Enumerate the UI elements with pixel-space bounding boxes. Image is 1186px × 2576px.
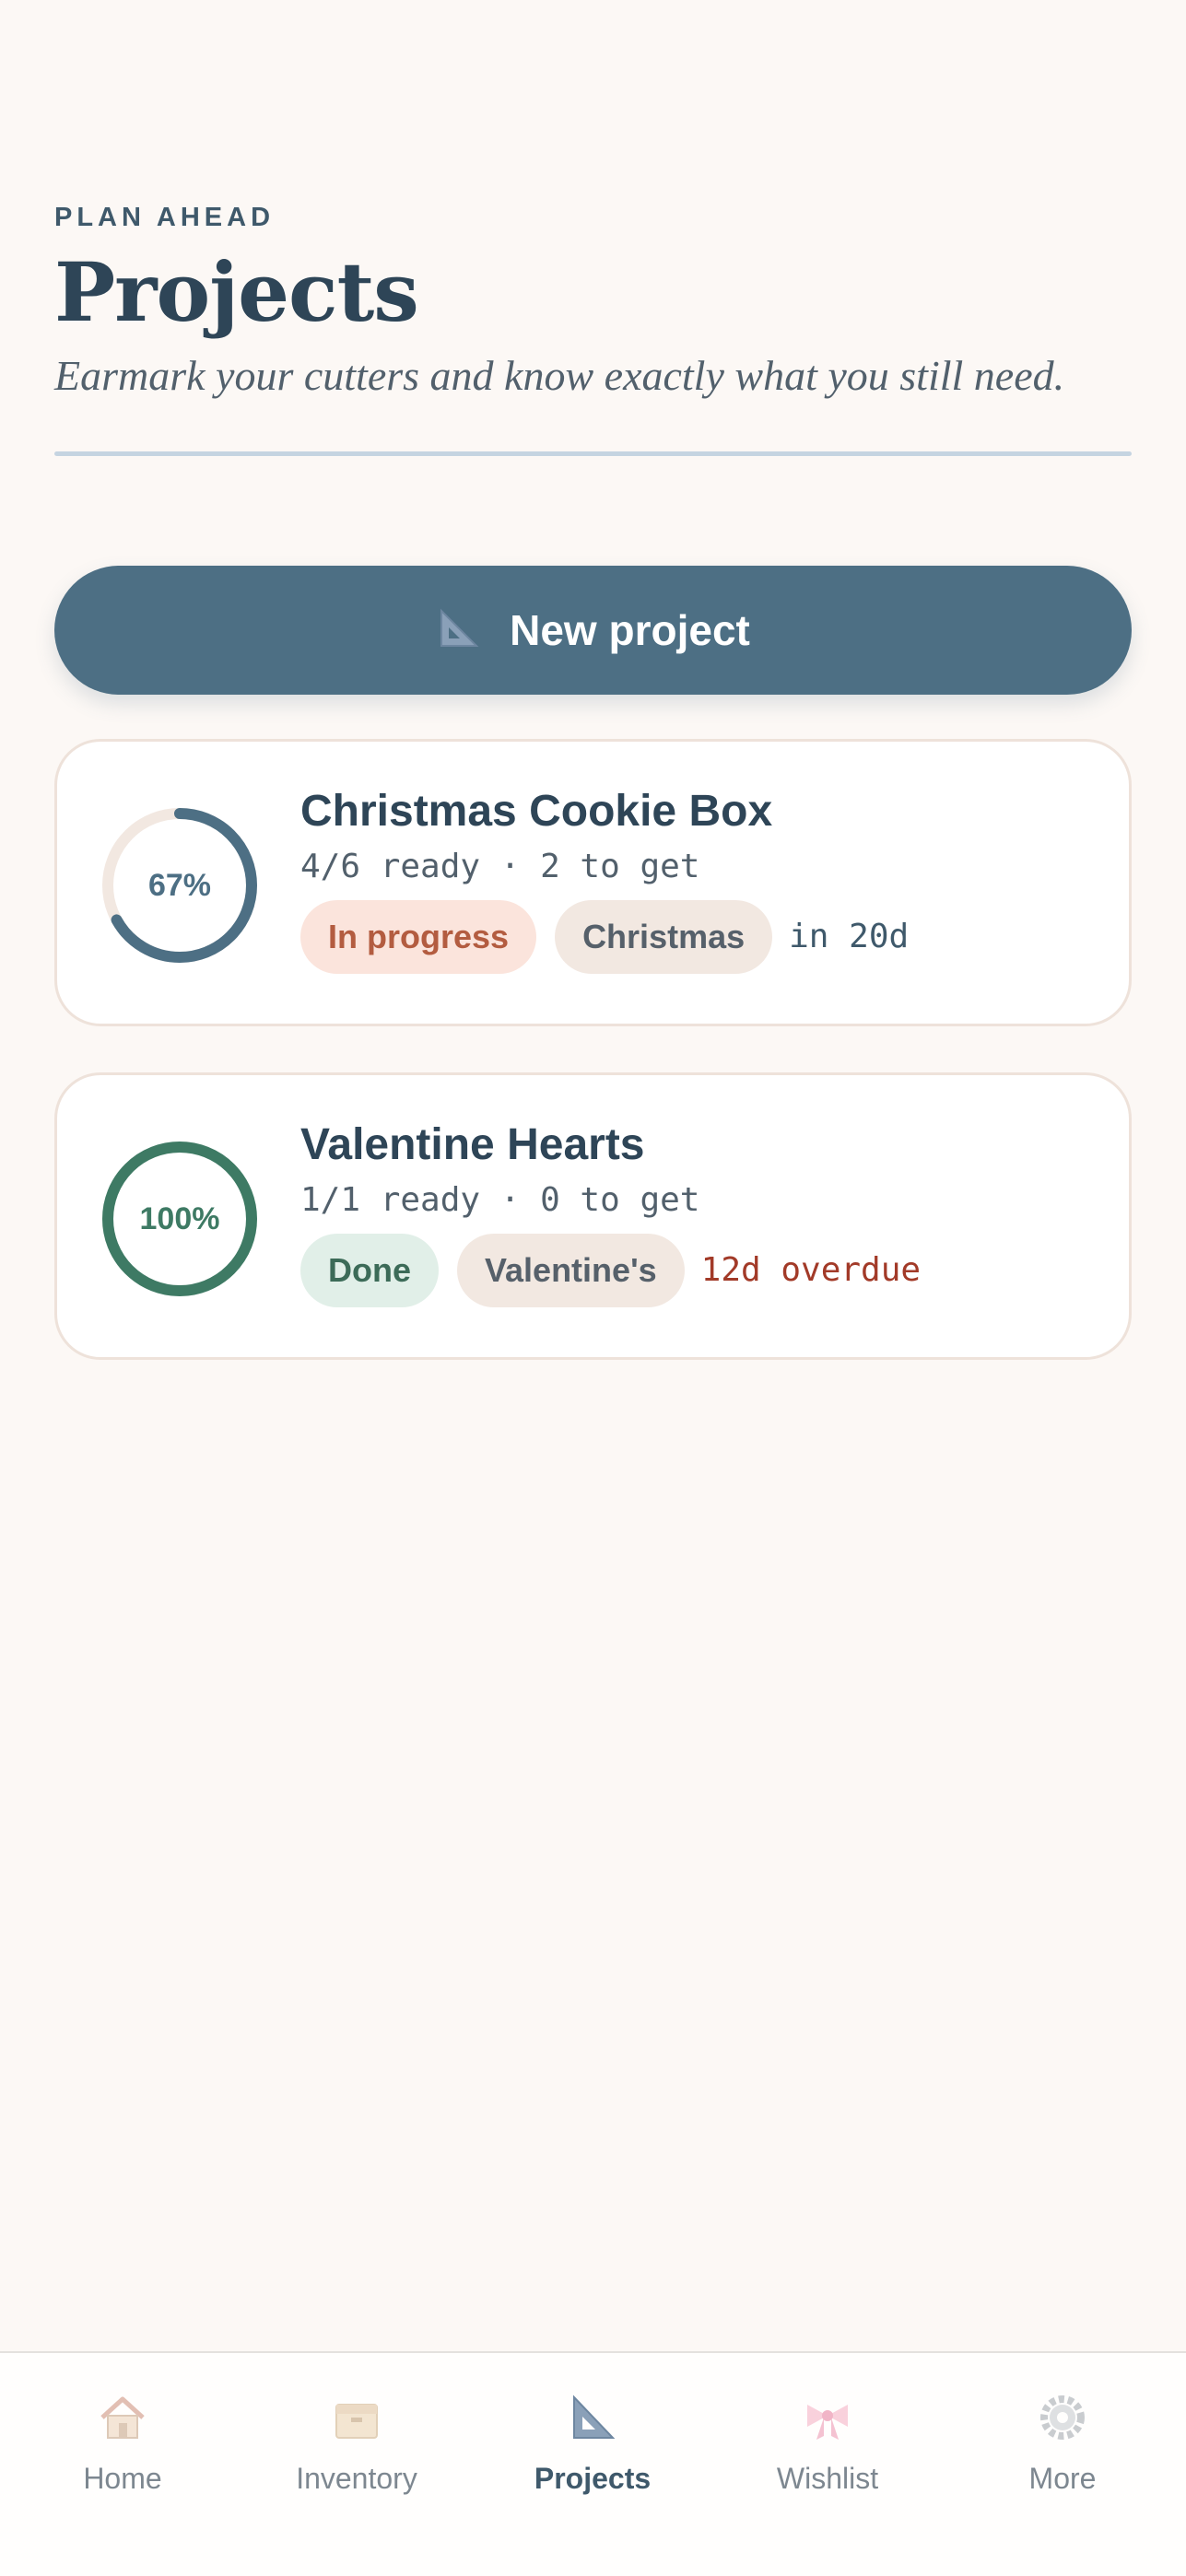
project-card-valentine-hearts[interactable]: 100% Valentine Hearts 1/1 ready · 0 to g… <box>54 1072 1132 1360</box>
project-stats: 1/1 ready · 0 to get <box>300 1180 700 1219</box>
page-header: PLAN AHEAD Projects Earmark your cutters… <box>54 203 1132 400</box>
nav-item-more[interactable]: More <box>961 2390 1164 2528</box>
tag-badge: Christmas <box>555 899 773 974</box>
page-title: Projects <box>54 244 419 340</box>
new-project-button[interactable]: New project <box>54 566 1132 695</box>
status-badge: Done <box>300 1233 439 1307</box>
progress-ring: 67% <box>99 804 261 966</box>
set-square-icon <box>565 2390 620 2445</box>
nav-label: Wishlist <box>776 2462 879 2495</box>
gear-icon <box>1035 2390 1090 2445</box>
page-subtitle: Earmark your cutters and know exactly wh… <box>54 352 1065 400</box>
tag-badge: Valentine's <box>457 1233 685 1307</box>
progress-percent: 100% <box>139 1200 220 1236</box>
bottom-nav: Home Inventory Projects Wishlist More <box>0 2351 1186 2576</box>
nav-item-inventory[interactable]: Inventory <box>255 2390 458 2528</box>
project-stats: 4/6 ready · 2 to get <box>300 847 700 885</box>
bow-icon <box>800 2390 855 2445</box>
set-square-icon <box>436 605 482 656</box>
progress-ring: 100% <box>99 1138 261 1300</box>
nav-item-home[interactable]: Home <box>21 2390 224 2528</box>
new-project-label: New project <box>510 606 750 654</box>
project-card-christmas-cookie-box[interactable]: 67% Christmas Cookie Box 4/6 ready · 2 t… <box>54 739 1132 1026</box>
box-icon <box>329 2390 384 2445</box>
house-icon <box>95 2390 150 2445</box>
header-divider <box>54 451 1132 456</box>
nav-item-wishlist[interactable]: Wishlist <box>726 2390 929 2528</box>
due-label: 12d overdue <box>700 1251 922 1290</box>
nav-label: More <box>1028 2462 1097 2495</box>
status-badge: In progress <box>300 899 537 974</box>
nav-label: Projects <box>534 2462 652 2495</box>
nav-label: Home <box>83 2462 162 2495</box>
due-label: in 20d <box>789 918 910 956</box>
nav-item-projects[interactable]: Projects <box>491 2390 694 2528</box>
progress-percent: 67% <box>147 867 212 903</box>
project-title: Valentine Hearts <box>300 1120 645 1169</box>
nav-label: Inventory <box>296 2462 417 2495</box>
page-eyebrow: PLAN AHEAD <box>54 203 276 232</box>
project-title: Christmas Cookie Box <box>300 787 773 836</box>
